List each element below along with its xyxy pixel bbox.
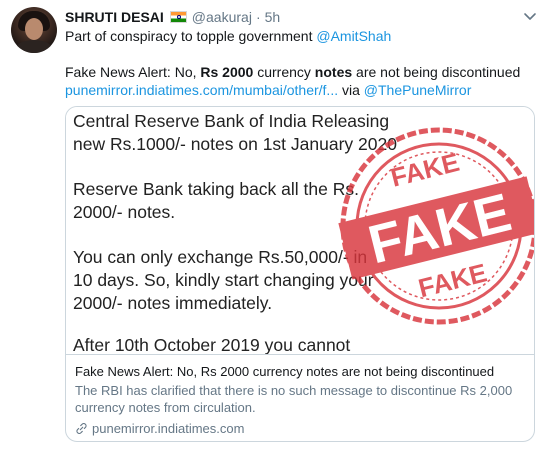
card-image[interactable]: Central Reserve Bank of India Releasing … — [66, 107, 534, 355]
tweet[interactable]: SHRUTI DESAI @aakuraj · 5h Part of consp… — [0, 0, 549, 450]
card-title[interactable]: Fake News Alert: No, Rs 2000 currency no… — [75, 363, 525, 380]
tweet-text-segment: are not being discontinued — [352, 64, 521, 80]
stamp-main-text: FAKE — [363, 182, 517, 275]
tweet-bold-segment: Rs 2000 — [200, 64, 254, 80]
author-name[interactable]: SHRUTI DESAI — [65, 8, 164, 26]
card-domain[interactable]: punemirror.indiatimes.com — [75, 420, 525, 437]
mention-amitshah[interactable]: @AmitShah — [316, 28, 391, 44]
via-text: via — [338, 82, 364, 98]
avatar-shoulders — [15, 40, 53, 53]
card-domain-text[interactable]: punemirror.indiatimes.com — [92, 420, 244, 437]
link-icon — [76, 423, 87, 434]
article-link[interactable]: punemirror.indiatimes.com/mumbai/other/f… — [65, 82, 338, 98]
author-handle[interactable]: @aakuraj — [192, 8, 252, 26]
tweet-text-segment: Fake News Alert: No, — [65, 64, 201, 80]
tweet-timestamp[interactable]: 5h — [265, 8, 281, 26]
image-text-line: After 10th October 2019 you cannot — [73, 335, 351, 355]
tweet-text-line-2: Fake News Alert: No, Rs 2000 currency no… — [65, 63, 520, 81]
tweet-text-line-3: punemirror.indiatimes.com/mumbai/other/f… — [65, 81, 471, 99]
link-preview-card[interactable]: Central Reserve Bank of India Releasing … — [65, 106, 535, 442]
avatar-face — [25, 18, 43, 40]
avatar[interactable] — [11, 7, 57, 53]
card-body[interactable]: Fake News Alert: No, Rs 2000 currency no… — [66, 357, 534, 437]
tweet-text-line-1: Part of conspiracy to topple government … — [65, 27, 391, 45]
fake-stamp: FAKE FAKE FAKE — [338, 127, 534, 325]
tweet-bold-segment: notes — [314, 64, 353, 80]
image-text-line: 10 days. So, kindly start changing your — [73, 270, 374, 290]
separator-dot: · — [255, 9, 261, 25]
image-text-line: You can only exchange Rs.50,000/- in — [73, 247, 368, 267]
card-description: The RBI has clarified that there is no s… — [75, 383, 513, 415]
mention-thepunemirror[interactable]: @ThePuneMirror — [364, 82, 472, 98]
tweet-header: SHRUTI DESAI @aakuraj · 5h — [65, 8, 280, 26]
tweet-text-segment: currency — [253, 64, 315, 80]
image-text-line: 2000/- notes. — [73, 202, 176, 222]
tweet-text: Part of conspiracy to topple government — [65, 28, 317, 44]
chevron-down-icon[interactable] — [522, 8, 538, 24]
india-flag-icon — [169, 11, 187, 23]
image-text-line: 2000/- notes immediately. — [73, 293, 273, 313]
image-text-line: Reserve Bank taking back all the Rs. — [73, 179, 359, 199]
